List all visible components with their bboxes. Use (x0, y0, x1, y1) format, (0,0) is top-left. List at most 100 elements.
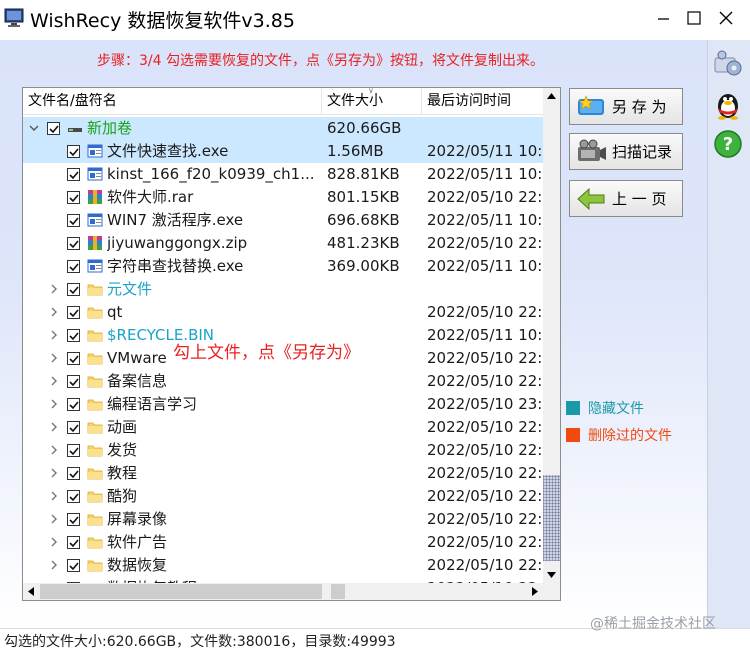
expand-chevron-right-icon[interactable] (49, 514, 59, 524)
file-row[interactable]: 备案信息 2022/05/10 22:3 (23, 370, 543, 393)
executable-file-icon (87, 213, 103, 227)
row-time: 2022/05/11 10:1 (427, 211, 543, 229)
row-name: 备案信息 (107, 372, 168, 390)
row-checkbox[interactable] (67, 421, 80, 434)
row-checkbox[interactable] (67, 467, 80, 480)
row-checkbox[interactable] (67, 214, 80, 227)
file-row[interactable]: 屏幕录像 2022/05/10 22:2 (23, 508, 543, 531)
row-checkbox[interactable] (67, 168, 80, 181)
row-checkbox[interactable] (67, 490, 80, 503)
file-row[interactable]: 新加卷 620.66GB (23, 117, 543, 140)
row-size (327, 301, 421, 324)
row-checkbox[interactable] (67, 191, 80, 204)
checkmark-icon (69, 424, 79, 433)
settings-gear-icon[interactable] (712, 48, 744, 80)
file-row[interactable]: jiyuwanggongx.zip 481.23KB 2022/05/10 22:5 (23, 232, 543, 255)
scroll-right-icon[interactable] (526, 583, 543, 600)
close-button[interactable] (716, 8, 736, 28)
expand-chevron-right-icon[interactable] (49, 445, 59, 455)
expand-chevron-right-icon[interactable] (49, 468, 59, 478)
expand-chevron-right-icon[interactable] (49, 560, 59, 570)
expand-chevron-right-icon[interactable] (49, 376, 59, 386)
row-checkbox[interactable] (67, 260, 80, 273)
expand-chevron-right-icon[interactable] (49, 353, 59, 363)
prev-page-button[interactable]: 上 一 页 (569, 180, 683, 217)
row-time: 2022/05/10 22:2 (427, 487, 543, 505)
row-checkbox[interactable] (67, 329, 80, 342)
row-checkbox[interactable] (67, 283, 80, 296)
row-size (327, 508, 421, 531)
scroll-down-icon[interactable] (543, 566, 560, 583)
vertical-scrollbar[interactable] (543, 88, 560, 583)
file-row[interactable]: 元文件 (23, 278, 543, 301)
file-row[interactable]: 文件快速查找.exe 1.56MB 2022/05/11 10:1 (23, 140, 543, 163)
scan-record-button[interactable]: 扫描记录 (569, 133, 683, 170)
minimize-button[interactable] (654, 8, 674, 28)
file-row[interactable]: 发货 2022/05/10 22:2 (23, 439, 543, 462)
vertical-scroll-thumb[interactable] (543, 475, 560, 561)
file-row[interactable]: 动画 2022/05/10 22:2 (23, 416, 543, 439)
expand-chevron-right-icon[interactable] (49, 491, 59, 501)
scroll-left-icon[interactable] (23, 583, 40, 600)
row-checkbox[interactable] (67, 237, 80, 250)
scroll-up-icon[interactable] (543, 88, 560, 105)
checkmark-icon (69, 401, 79, 410)
file-list-panel: 文件名/盘符名 文件大小 最后访问时间 ∨ 新加卷 620.66GB 文件快速查找.… (22, 87, 561, 601)
row-checkbox[interactable] (67, 559, 80, 572)
drive-icon (68, 128, 82, 132)
expand-chevron-right-icon[interactable] (49, 422, 59, 432)
row-time (427, 278, 543, 301)
file-row[interactable]: 数据恢复 2022/05/10 22:2 (23, 554, 543, 577)
file-row[interactable]: 字符串查找替换.exe 369.00KB 2022/05/11 10:1 (23, 255, 543, 278)
qq-penguin-icon[interactable] (712, 88, 744, 120)
file-row[interactable]: 软件大师.rar 801.15KB 2022/05/10 22:5 (23, 186, 543, 209)
row-checkbox[interactable] (67, 444, 80, 457)
executable-file-icon (87, 144, 103, 158)
row-size (327, 554, 421, 577)
expand-chevron-right-icon[interactable] (49, 399, 59, 409)
camera-scan-icon (578, 139, 606, 161)
help-question-icon[interactable]: ? (712, 128, 744, 160)
file-row[interactable]: 教程 2022/05/10 22:2 (23, 462, 543, 485)
row-name: 动画 (107, 418, 138, 436)
horizontal-scrollbar[interactable] (23, 583, 543, 600)
row-checkbox[interactable] (67, 145, 80, 158)
row-name: qt (107, 303, 123, 321)
checkmark-icon (69, 263, 79, 272)
row-checkbox[interactable] (67, 513, 80, 526)
horizontal-scroll-thumb-secondary[interactable] (331, 584, 345, 599)
row-name: 教程 (107, 464, 138, 482)
checkmark-icon (69, 539, 79, 548)
row-checkbox[interactable] (67, 306, 80, 319)
row-checkbox[interactable] (47, 122, 60, 135)
expand-chevron-right-icon[interactable] (49, 284, 59, 294)
row-checkbox[interactable] (67, 398, 80, 411)
file-row[interactable]: kinst_166_f20_k0939_ch1... 828.81KB 2022/0… (23, 163, 543, 186)
arrow-left-icon (577, 187, 605, 211)
row-name: 文件快速查找.exe (107, 142, 229, 160)
folder-icon (87, 491, 103, 503)
expand-chevron-right-icon[interactable] (49, 330, 59, 340)
file-row[interactable]: 软件广告 2022/05/10 22:2 (23, 531, 543, 554)
row-checkbox[interactable] (67, 536, 80, 549)
column-header-name[interactable]: 文件名/盘符名 (23, 88, 322, 115)
folder-icon (87, 330, 103, 342)
expand-chevron-right-icon[interactable] (49, 537, 59, 547)
horizontal-scroll-thumb[interactable] (40, 584, 322, 599)
file-row[interactable]: 酷狗 2022/05/10 22:2 (23, 485, 543, 508)
folder-icon (87, 445, 103, 457)
save-as-label: 另 存 为 (612, 98, 667, 116)
file-row[interactable]: 编程语言学习 2022/05/10 23:0 (23, 393, 543, 416)
expand-chevron-right-icon[interactable] (49, 307, 59, 317)
save-as-button[interactable]: 另 存 为 (569, 88, 683, 125)
row-checkbox[interactable] (67, 352, 80, 365)
file-row[interactable]: WIN7 激活程序.exe 696.68KB 2022/05/11 10:1 (23, 209, 543, 232)
folder-icon (87, 353, 103, 365)
column-header-time[interactable]: 最后访问时间 (422, 88, 543, 115)
row-time (427, 117, 543, 140)
file-row[interactable]: qt 2022/05/10 22:5 (23, 301, 543, 324)
row-checkbox[interactable] (67, 375, 80, 388)
expand-chevron-down-icon[interactable] (29, 123, 39, 133)
row-time: 2022/05/11 10:1 (427, 142, 543, 160)
restore-button[interactable] (684, 8, 704, 28)
